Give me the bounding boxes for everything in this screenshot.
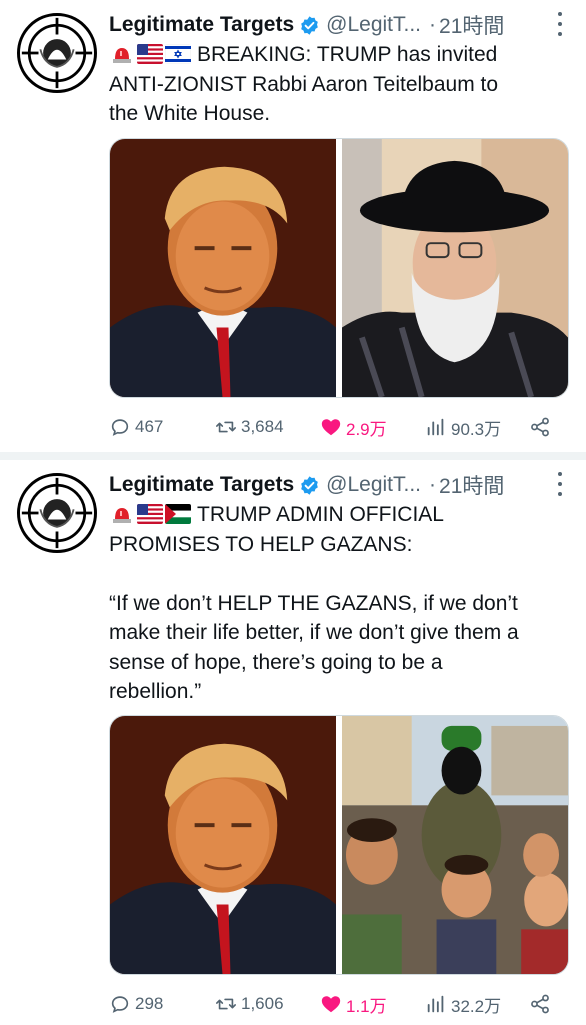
timestamp[interactable]: 21時間: [439, 470, 504, 500]
author-name[interactable]: Legitimate Targets: [109, 13, 294, 37]
palestine-flag-icon: [165, 504, 191, 524]
tweet-text-spacer: [109, 559, 569, 589]
trump-portrait-image[interactable]: [110, 716, 336, 974]
views-button[interactable]: 90.3万: [425, 415, 501, 440]
tweet-text-line: the White House.: [109, 102, 271, 125]
tweet-text-line: PROMISES TO HELP GAZANS:: [109, 532, 413, 556]
separator-dot: ·: [429, 473, 437, 496]
tweet-text-line: BREAKING: TRUMP has invited: [197, 43, 498, 66]
avatar[interactable]: [17, 473, 97, 553]
avatar[interactable]: [17, 13, 97, 93]
tweet[interactable]: Legitimate Targets @LegitT... · 21時間 TRU…: [0, 460, 586, 1025]
author-name[interactable]: Legitimate Targets: [109, 473, 294, 497]
share-button[interactable]: [529, 416, 551, 438]
media-grid[interactable]: [109, 715, 569, 975]
repost-icon: [216, 421, 236, 433]
tweet-text-line: “If we don’t HELP THE GAZANS, if we don’…: [109, 591, 518, 615]
views-count: 90.3万: [451, 419, 502, 439]
share-icon: [531, 417, 549, 437]
reply-icon: [111, 419, 129, 436]
rabbi-photo-image[interactable]: [342, 139, 568, 397]
action-bar: 298 1,606 1.1万 32.2万: [109, 989, 559, 1019]
repost-count: 1,606: [241, 994, 284, 1013]
trump-portrait-image[interactable]: [110, 139, 336, 397]
verified-badge-icon: [299, 15, 320, 36]
share-button[interactable]: [529, 993, 551, 1015]
gaza-crowd-image[interactable]: [342, 716, 568, 974]
tweet-header: Legitimate Targets @LegitT... · 21時間: [109, 10, 504, 40]
reply-button[interactable]: 298: [109, 993, 163, 1015]
tweet-text-line: TRUMP ADMIN OFFICIAL: [197, 503, 444, 526]
tweet-text: BREAKING: TRUMP has invited ANTI-ZIONIST…: [109, 40, 569, 129]
views-icon: [427, 995, 444, 1013]
views-count: 32.2万: [451, 996, 502, 1016]
author-handle[interactable]: @LegitT...: [326, 13, 421, 37]
us-flag-icon: [137, 44, 163, 64]
reply-count: 467: [135, 417, 164, 436]
repost-icon: [216, 998, 236, 1010]
emoji-flags: [109, 44, 191, 64]
timestamp[interactable]: 21時間: [439, 10, 504, 40]
like-count: 2.9万: [346, 419, 387, 439]
siren-icon: [109, 44, 135, 64]
repost-button[interactable]: 1,606: [215, 993, 284, 1015]
tweet-text-line: rebellion.”: [109, 680, 202, 703]
more-options-icon[interactable]: [556, 472, 564, 496]
tweet-divider: [0, 452, 586, 460]
israel-flag-icon: [165, 44, 191, 64]
tweet-text-line: make their life better, if we don’t give…: [109, 621, 519, 644]
verified-badge-icon: [299, 475, 320, 496]
tweet-text-line: ANTI-ZIONIST Rabbi Aaron Teitelbaum to: [109, 72, 499, 96]
like-count: 1.1万: [346, 996, 387, 1016]
author-handle[interactable]: @LegitT...: [326, 473, 421, 497]
tweet[interactable]: Legitimate Targets @LegitT... · 21時間 BRE…: [0, 0, 586, 452]
us-flag-icon: [137, 504, 163, 524]
repost-count: 3,684: [241, 417, 284, 436]
tweet-text-line: sense of hope, there’s going to be a: [109, 650, 443, 674]
separator-dot: ·: [429, 13, 437, 36]
share-icon: [531, 994, 549, 1014]
reply-icon: [111, 996, 129, 1013]
action-bar: 467 3,684 2.9万 90.3万: [109, 412, 559, 442]
tweet-header: Legitimate Targets @LegitT... · 21時間: [109, 470, 504, 500]
tweet-text: TRUMP ADMIN OFFICIAL PROMISES TO HELP GA…: [109, 500, 569, 707]
like-button[interactable]: 1.1万: [320, 992, 387, 1017]
repost-button[interactable]: 3,684: [215, 416, 284, 438]
views-button[interactable]: 32.2万: [425, 992, 501, 1017]
views-icon: [427, 418, 444, 436]
heart-filled-icon: [321, 996, 341, 1013]
reply-count: 298: [135, 994, 164, 1013]
siren-icon: [109, 504, 135, 524]
emoji-flags: [109, 504, 191, 524]
more-options-icon[interactable]: [556, 12, 564, 36]
heart-filled-icon: [321, 419, 341, 436]
reply-button[interactable]: 467: [109, 416, 163, 438]
like-button[interactable]: 2.9万: [320, 415, 387, 440]
media-grid[interactable]: [109, 138, 569, 398]
